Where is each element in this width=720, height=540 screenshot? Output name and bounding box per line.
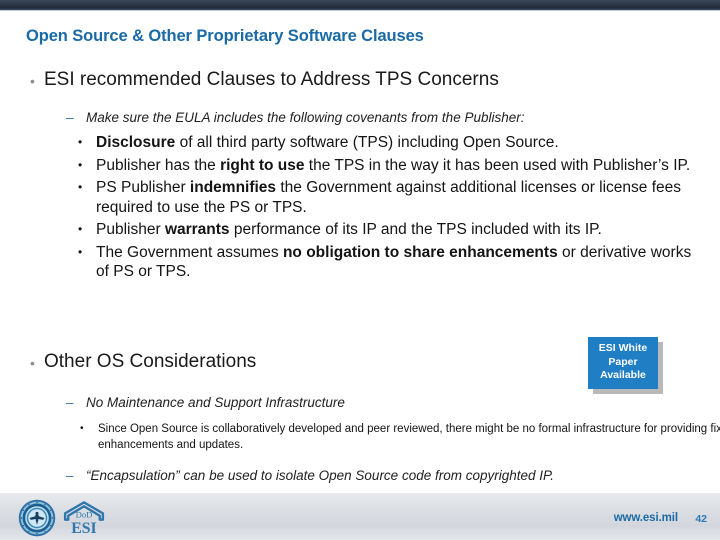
bullet-marker-icon: • bbox=[78, 244, 83, 259]
bullet-marker-icon: • bbox=[78, 180, 83, 194]
bullet-marker-icon: • bbox=[30, 73, 35, 89]
clause-pre: Publisher bbox=[96, 221, 165, 238]
footer-hairline bbox=[0, 492, 720, 493]
bullet-marker-icon: • bbox=[78, 135, 83, 149]
bullet-eula-lead: – Make sure the EULA includes the follow… bbox=[0, 108, 720, 127]
callout-line-2: Paper bbox=[608, 355, 638, 368]
list-item: • Publisher warrants performance of its … bbox=[0, 220, 700, 240]
top-accent-bar bbox=[0, 0, 720, 10]
bullet-marker-icon: • bbox=[78, 157, 83, 172]
dash-marker-icon: – bbox=[66, 110, 74, 125]
bullet-marker-icon: • bbox=[30, 355, 35, 371]
esi-logo-main-text: ESI bbox=[71, 520, 96, 537]
clause-emphasis: right to use bbox=[220, 156, 305, 174]
list-item: • Disclosure of all third party software… bbox=[0, 133, 700, 153]
clause-pre: Publisher has the bbox=[96, 156, 221, 174]
list-item: • Publisher has the right to use the TPS… bbox=[0, 156, 700, 176]
site-url-label[interactable]: www.esi.mil bbox=[614, 512, 678, 524]
clause-emphasis: no obligation to share enhancements bbox=[282, 243, 558, 261]
clause-list: • Disclosure of all third party software… bbox=[0, 130, 700, 285]
list-item: • The Government assumes no obligation t… bbox=[0, 243, 700, 282]
esi-logo-top-text: DoD bbox=[76, 509, 93, 519]
bullet-since-open-source-label: Since Open Source is collaboratively dev… bbox=[98, 423, 720, 451]
callout-line-1: ESI White bbox=[598, 342, 648, 354]
dash-marker-icon: – bbox=[66, 395, 74, 410]
top-hairline bbox=[0, 10, 720, 11]
bullet-encapsulation-label: “Encapsulation” can be used to isolate O… bbox=[86, 468, 555, 483]
callout-line-3: Available bbox=[600, 369, 646, 381]
clause-post: of all third party software (TPS) includ… bbox=[175, 134, 559, 151]
bullet-marker-icon: • bbox=[80, 423, 84, 434]
slide-footer bbox=[0, 492, 720, 540]
dod-seal-logo-icon bbox=[18, 499, 56, 537]
dash-marker-icon: – bbox=[66, 468, 74, 483]
bullet-no-maintenance-label: No Maintenance and Support Infrastructur… bbox=[86, 395, 345, 410]
esi-white-paper-callout[interactable]: ESI White Paper Available bbox=[588, 337, 658, 389]
bullet-since-open-source: • Since Open Source is collaboratively d… bbox=[0, 421, 720, 453]
bullet-other-os-label: Other OS Considerations bbox=[44, 351, 257, 372]
clause-emphasis: Disclosure bbox=[96, 134, 176, 151]
bullet-marker-icon: • bbox=[78, 222, 83, 236]
page-title: Open Source & Other Proprietary Software… bbox=[26, 27, 424, 45]
clause-post: the TPS in the way it has been used with… bbox=[304, 156, 691, 174]
clause-emphasis: warrants bbox=[164, 221, 230, 238]
bullet-esi-recommended: • ESI recommended Clauses to Address TPS… bbox=[0, 68, 720, 92]
clause-emphasis: indemnifies bbox=[189, 179, 277, 196]
list-item: • PS Publisher indemnifies the Governmen… bbox=[0, 178, 700, 217]
dod-esi-logo-icon: DoD ESI bbox=[63, 501, 105, 537]
slide: Open Source & Other Proprietary Software… bbox=[0, 0, 720, 540]
bullet-encapsulation: – “Encapsulation” can be used to isolate… bbox=[0, 466, 720, 485]
bullet-esi-recommended-label: ESI recommended Clauses to Address TPS C… bbox=[44, 69, 499, 90]
page-number: 42 bbox=[695, 513, 707, 525]
bullet-no-maintenance: – No Maintenance and Support Infrastruct… bbox=[0, 393, 720, 412]
clause-post: performance of its IP and the TPS includ… bbox=[229, 221, 602, 238]
clause-pre: The Government assumes bbox=[96, 243, 283, 261]
bullet-eula-lead-label: Make sure the EULA includes the followin… bbox=[86, 110, 525, 125]
clause-pre: PS Publisher bbox=[96, 179, 190, 196]
